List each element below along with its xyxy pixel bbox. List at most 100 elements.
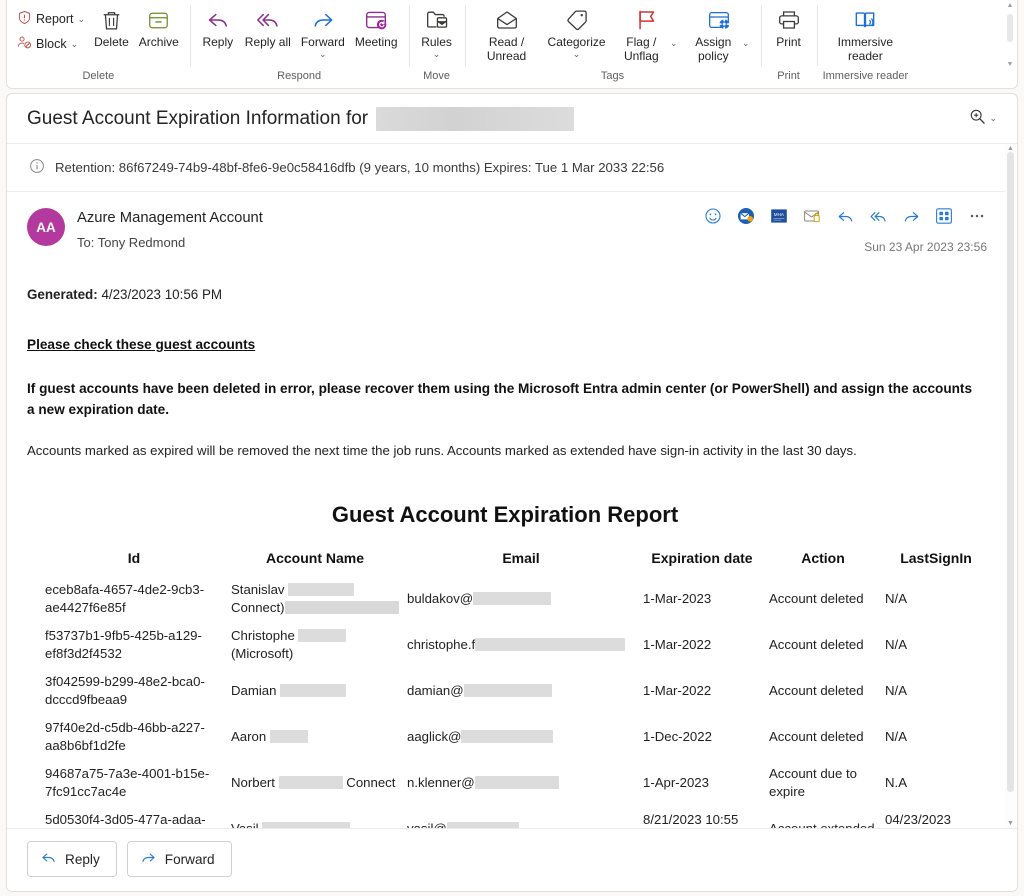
block-button[interactable]: Block ⌄ bbox=[13, 33, 89, 55]
tag-icon bbox=[564, 7, 590, 33]
message-actions: MHA bbox=[703, 206, 987, 254]
cell-id: eceb8afa-4657-4de2-9cb3-ae4427f6e85f bbox=[27, 576, 227, 622]
reply-icon[interactable] bbox=[835, 206, 855, 226]
zoom-in-icon[interactable] bbox=[969, 108, 986, 130]
chevron-down-icon[interactable]: ⌄ bbox=[433, 49, 441, 59]
zoom-control[interactable]: ⌄ bbox=[965, 104, 1001, 134]
categorize-label: Categorize bbox=[548, 35, 606, 49]
read-unread-button[interactable]: Read / Unread bbox=[471, 4, 543, 63]
chevron-down-icon[interactable]: ⌄ bbox=[319, 49, 327, 59]
delete-button[interactable]: Delete bbox=[89, 4, 134, 49]
email-domain-redaction bbox=[475, 776, 559, 789]
flag-icon bbox=[634, 7, 660, 33]
cell-action: Account extended bbox=[765, 806, 881, 828]
chevron-down-icon[interactable]: ⌄ bbox=[989, 113, 997, 124]
table-body: eceb8afa-4657-4de2-9cb3-ae4427f6e85fStan… bbox=[27, 576, 991, 828]
flag-unflag-button[interactable]: Flag / Unflag ⌄ bbox=[611, 4, 683, 63]
cell-account-name: Damian bbox=[227, 668, 403, 714]
avatar[interactable]: AA bbox=[27, 208, 65, 246]
outlook-mail-icon[interactable] bbox=[736, 206, 756, 226]
archive-button[interactable]: Archive bbox=[134, 4, 184, 49]
cell-id: 5d0530f4-3d05-477a-adaa-1d1086ec5c86 bbox=[27, 806, 227, 828]
generated-label: Generated: bbox=[27, 287, 98, 302]
reply-all-button[interactable]: Reply all bbox=[240, 4, 296, 49]
report-button[interactable]: Report ⌄ bbox=[13, 8, 89, 30]
immersive-reader-button[interactable]: Immersive reader bbox=[827, 4, 903, 63]
column-header-action: Action bbox=[765, 550, 881, 576]
chevron-down-icon[interactable]: ⌄ bbox=[670, 36, 678, 50]
cell-expiration-date: 8/21/2023 10:55 PM bbox=[639, 806, 765, 828]
scroll-down-arrow[interactable]: ▼ bbox=[1005, 820, 1016, 827]
table-row: 3f042599-b299-48e2-bca0-dcccd9fbeaa9Dami… bbox=[27, 668, 991, 714]
cell-action: Account deleted bbox=[765, 714, 881, 760]
ribbon-group-label-print: Print bbox=[767, 70, 811, 88]
assign-policy-button[interactable]: Assign policy ⌄ bbox=[683, 4, 755, 63]
forward-button-footer[interactable]: Forward bbox=[127, 841, 232, 877]
ribbon-toolbar: Report ⌄ Block ⌄ Delete bbox=[6, 0, 1018, 89]
sender-name[interactable]: Azure Management Account bbox=[77, 208, 691, 228]
cell-lastsignin: 04/23/2023 16:57:03 bbox=[881, 806, 991, 828]
email-prefix: aaglick@ bbox=[407, 729, 461, 744]
scroll-thumb[interactable] bbox=[1007, 152, 1014, 792]
cell-expiration-date: 1-Mar-2023 bbox=[639, 576, 765, 622]
ribbon-scroll-up-arrow[interactable]: ▲ bbox=[1005, 2, 1015, 9]
forward-icon[interactable] bbox=[901, 206, 921, 226]
ribbon-scroll-down-arrow[interactable]: ▼ bbox=[1005, 61, 1015, 68]
delete-label: Delete bbox=[94, 35, 129, 49]
email-domain-redaction bbox=[447, 822, 519, 828]
envelope-open-addin-icon[interactable] bbox=[802, 206, 822, 226]
ribbon-scrollbar[interactable]: ▲ ▼ bbox=[1005, 2, 1015, 68]
account-name-prefix: Norbert bbox=[231, 775, 279, 790]
chevron-down-icon[interactable]: ⌄ bbox=[78, 14, 86, 25]
cell-action: Account deleted bbox=[765, 668, 881, 714]
assign-policy-label: Assign policy ⌄ bbox=[688, 35, 750, 63]
reply-all-icon[interactable] bbox=[868, 206, 888, 226]
account-name-suffix: Connect bbox=[343, 775, 396, 790]
account-name-redaction bbox=[262, 822, 350, 828]
chevron-down-icon[interactable]: ⌄ bbox=[742, 36, 750, 50]
ribbon-group-move: Rules ⌄ Move bbox=[409, 0, 465, 88]
reply-button-footer[interactable]: Reply bbox=[27, 841, 117, 877]
forward-arrow-icon bbox=[310, 7, 336, 33]
ribbon-group-print: Print Print bbox=[761, 0, 817, 88]
account-name-prefix: Christophe bbox=[231, 628, 298, 643]
more-options-icon[interactable] bbox=[967, 206, 987, 226]
ribbon-group-tags: Read / Unread Categorize ⌄ Flag / Unflag bbox=[465, 0, 761, 88]
categorize-button[interactable]: Categorize ⌄ bbox=[543, 4, 611, 59]
cell-id: 3f042599-b299-48e2-bca0-dcccd9fbeaa9 bbox=[27, 668, 227, 714]
ribbon-group-label-respond: Respond bbox=[196, 70, 403, 88]
emoji-reaction-icon[interactable] bbox=[703, 206, 723, 226]
email-prefix: buldakov@ bbox=[407, 591, 473, 606]
scroll-up-arrow[interactable]: ▲ bbox=[1005, 145, 1016, 152]
ribbon-group-label-move: Move bbox=[415, 70, 459, 88]
reply-button[interactable]: Reply bbox=[196, 4, 240, 49]
print-button[interactable]: Print bbox=[767, 4, 811, 49]
message-scrollbar[interactable]: ▲ ▼ bbox=[1005, 144, 1016, 828]
chevron-down-icon[interactable]: ⌄ bbox=[71, 39, 79, 50]
sender-info: Azure Management Account To: Tony Redmon… bbox=[77, 206, 691, 252]
ribbon-scroll-thumb[interactable] bbox=[1007, 14, 1013, 42]
check-heading: Please check these guest accounts bbox=[27, 336, 983, 354]
mha-addin-icon[interactable]: MHA bbox=[769, 206, 789, 226]
to-label: To: bbox=[77, 235, 94, 250]
account-name-redaction bbox=[280, 684, 346, 697]
forward-button[interactable]: Forward ⌄ bbox=[296, 4, 350, 59]
rules-label: Rules bbox=[421, 35, 452, 49]
reading-pane: Guest Account Expiration Information for… bbox=[6, 93, 1018, 892]
ribbon-group-label-immersive-reader: Immersive reader bbox=[823, 70, 909, 88]
immersive-reader-icon bbox=[852, 7, 878, 33]
retention-banner: Retention: 86f67249-74b9-48bf-8fe6-9e0c5… bbox=[7, 144, 1005, 192]
meeting-button[interactable]: Meeting bbox=[350, 4, 403, 49]
immersive-reader-label: Immersive reader bbox=[834, 35, 896, 63]
cell-id: 94687a75-7a3e-4001-b15e-7fc91cc7ac4e bbox=[27, 760, 227, 806]
retention-text: Retention: 86f67249-74b9-48bf-8fe6-9e0c5… bbox=[55, 160, 664, 175]
email-domain-redaction bbox=[464, 684, 552, 697]
flag-unflag-label: Flag / Unflag ⌄ bbox=[616, 35, 678, 63]
apps-grid-icon[interactable] bbox=[934, 206, 954, 226]
info-icon bbox=[29, 158, 45, 177]
rules-button[interactable]: Rules ⌄ bbox=[415, 4, 459, 59]
reply-all-label: Reply all bbox=[245, 35, 291, 49]
archive-label: Archive bbox=[139, 35, 179, 49]
to-value[interactable]: Tony Redmond bbox=[98, 235, 185, 250]
chevron-down-icon[interactable]: ⌄ bbox=[573, 49, 581, 59]
